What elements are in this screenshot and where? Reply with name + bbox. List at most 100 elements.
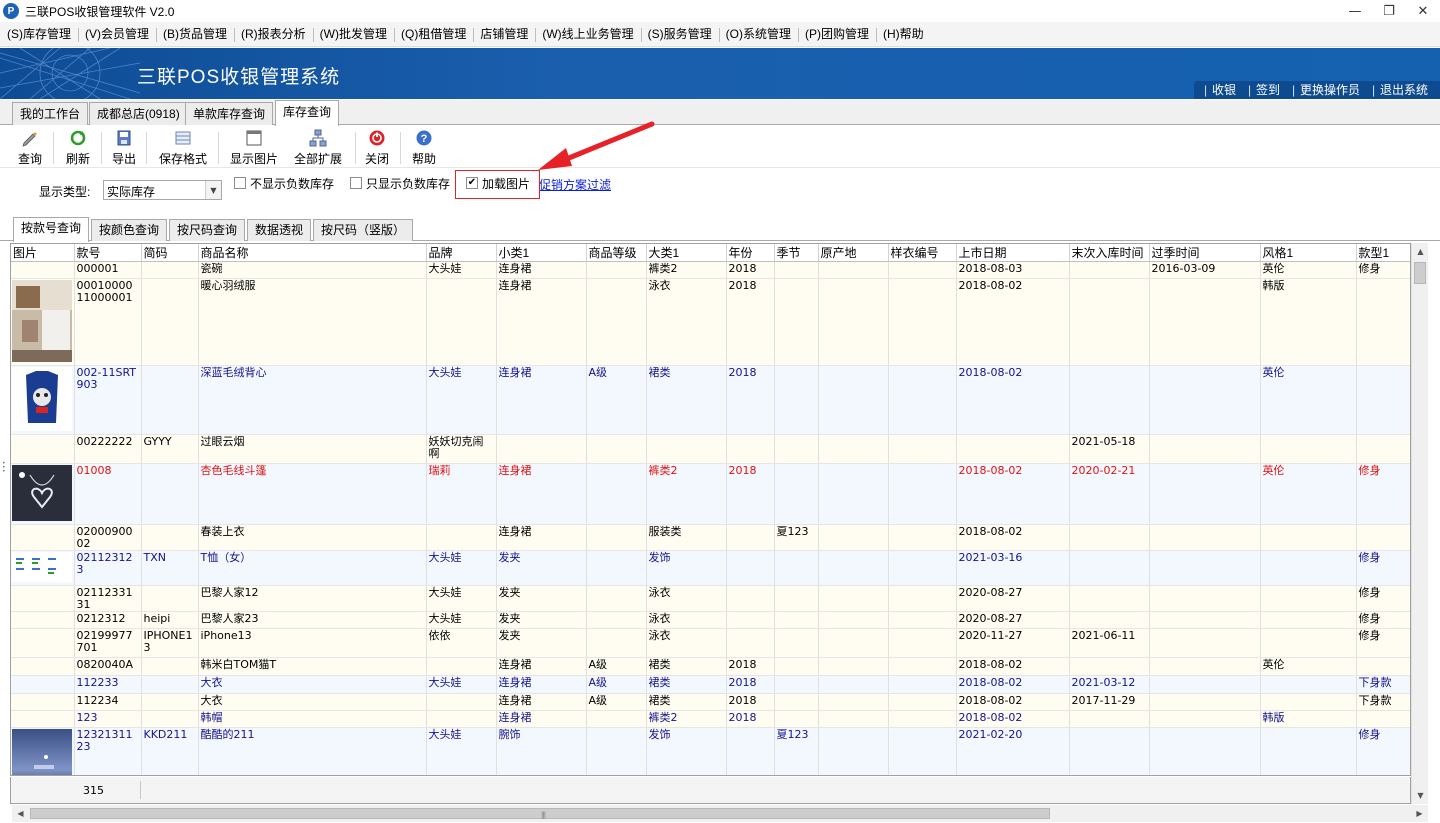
table-cell[interactable]: 大头娃 <box>426 261 497 279</box>
table-cell[interactable]: iPhone13 <box>198 628 427 658</box>
table-cell[interactable]: T恤（女） <box>198 550 427 586</box>
table-cell[interactable] <box>1260 550 1357 586</box>
table-cell[interactable]: 2021-03-12 <box>1069 675 1150 694</box>
table-cell[interactable]: 2018-08-02 <box>956 278 1070 366</box>
table-cell[interactable]: 修身 <box>1356 261 1410 279</box>
table-cell[interactable]: 夏123 <box>774 524 819 551</box>
table-cell[interactable] <box>1149 278 1261 366</box>
save-format-button[interactable]: 保存格式 <box>157 129 209 167</box>
table-cell[interactable] <box>818 261 889 279</box>
table-cell[interactable] <box>426 278 497 366</box>
table-cell[interactable]: 123 <box>74 710 142 728</box>
table-cell[interactable]: 裤类2 <box>646 710 727 728</box>
col-header[interactable]: 款型1 <box>1356 244 1410 262</box>
table-cell[interactable] <box>1356 524 1410 551</box>
table-cell[interactable]: 2018 <box>726 675 775 694</box>
tab-pivot[interactable]: 数据透视 <box>247 219 312 241</box>
table-cell[interactable] <box>774 278 819 366</box>
table-cell[interactable]: 修身 <box>1356 611 1410 629</box>
table-cell[interactable]: 2021-05-18 <box>1069 434 1150 464</box>
table-cell[interactable] <box>646 434 727 464</box>
table-cell[interactable] <box>726 585 775 612</box>
table-cell[interactable]: 裙类 <box>646 365 727 435</box>
table-row[interactable]: 112233 大衣 大头娃 连身裙 A级 裙类 2018 2018-08-02 2021-03-… <box>11 675 1410 694</box>
table-cell[interactable] <box>726 550 775 586</box>
table-cell[interactable]: 大头娃 <box>426 675 497 694</box>
table-cell[interactable] <box>888 628 957 658</box>
table-cell[interactable] <box>1069 261 1150 279</box>
col-header[interactable]: 样衣编号 <box>888 244 957 262</box>
table-cell[interactable] <box>586 628 647 658</box>
chevron-down-icon[interactable]: ▼ <box>205 181 221 199</box>
table-cell[interactable]: 2021-06-11 <box>1069 628 1150 658</box>
table-cell[interactable] <box>586 727 647 775</box>
table-cell[interactable] <box>426 657 497 676</box>
table-cell[interactable] <box>818 524 889 551</box>
table-row[interactable]: 0001000011000001 暖心羽绒服 连身裙 泳衣 2018 2018-08-02… <box>11 278 1410 366</box>
table-cell[interactable] <box>1260 628 1357 658</box>
table-cell[interactable]: A级 <box>586 693 647 711</box>
table-cell[interactable] <box>888 365 957 435</box>
table-cell[interactable]: 大衣 <box>198 693 427 711</box>
table-row[interactable]: 0820040A 韩米白TOM猫T 连身裙 A级 裙类 2018 2018-08-02 英伦 <box>11 657 1410 676</box>
scroll-right-icon[interactable]: ▶ <box>1411 805 1428 822</box>
table-cell[interactable] <box>141 657 199 676</box>
image-cell[interactable] <box>11 550 75 586</box>
table-cell[interactable]: 2018 <box>726 278 775 366</box>
table-cell[interactable] <box>1260 727 1357 775</box>
table-cell[interactable]: 夏123 <box>774 727 819 775</box>
table-cell[interactable] <box>1069 524 1150 551</box>
table-cell[interactable]: 杏色毛线斗篷 <box>198 463 427 525</box>
image-cell[interactable] <box>11 524 75 551</box>
table-cell[interactable] <box>586 611 647 629</box>
table-cell[interactable] <box>818 710 889 728</box>
table-cell[interactable] <box>774 657 819 676</box>
table-cell[interactable] <box>1260 585 1357 612</box>
export-button[interactable]: 导出 <box>108 129 140 167</box>
col-header[interactable]: 款号 <box>74 244 142 262</box>
table-cell[interactable]: 2018-08-02 <box>956 657 1070 676</box>
tab-by-style[interactable]: 按款号查询 <box>13 217 90 242</box>
show-image-button[interactable]: 显示图片 <box>228 129 280 167</box>
table-cell[interactable] <box>774 550 819 586</box>
table-cell[interactable]: 泳衣 <box>646 278 727 366</box>
table-cell[interactable]: 1232131123 <box>74 727 142 775</box>
table-cell[interactable]: GYYY <box>141 434 199 464</box>
table-cell[interactable]: 大头娃 <box>426 550 497 586</box>
table-cell[interactable]: 2018-08-02 <box>956 710 1070 728</box>
table-cell[interactable]: 0211233131 <box>74 585 142 612</box>
table-cell[interactable] <box>888 585 957 612</box>
table-cell[interactable] <box>1069 278 1150 366</box>
table-cell[interactable] <box>1356 657 1410 676</box>
table-cell[interactable] <box>141 675 199 694</box>
table-cell[interactable]: 2018 <box>726 463 775 525</box>
help-button[interactable]: ? 帮助 <box>409 129 439 167</box>
table-row[interactable]: 0212312 heipi 巴黎人家23 大头娃 发夹 泳衣 2020-08-27 修身 <box>11 611 1410 629</box>
table-cell[interactable]: 112234 <box>74 693 142 711</box>
table-cell[interactable] <box>426 524 497 551</box>
table-cell[interactable]: 连身裙 <box>496 657 587 676</box>
table-cell[interactable]: 春装上衣 <box>198 524 427 551</box>
table-cell[interactable]: 服装类 <box>646 524 727 551</box>
table-cell[interactable]: 连身裙 <box>496 693 587 711</box>
table-cell[interactable]: 2018-08-02 <box>956 675 1070 694</box>
table-cell[interactable] <box>1149 585 1261 612</box>
menu-wholesale[interactable]: (W)批发管理 <box>312 22 394 47</box>
table-cell[interactable]: 暖心羽绒服 <box>198 278 427 366</box>
table-cell[interactable] <box>888 550 957 586</box>
table-cell[interactable]: A级 <box>586 365 647 435</box>
table-cell[interactable]: 裙类 <box>646 693 727 711</box>
col-header[interactable]: 年份 <box>726 244 775 262</box>
table-cell[interactable]: 2016-03-09 <box>1149 261 1261 279</box>
display-type-select[interactable]: 实际库存 ▼ <box>103 180 222 200</box>
no-negative-checkbox[interactable]: 不显示负数库存 <box>234 176 334 191</box>
image-cell[interactable] <box>11 261 75 279</box>
table-cell[interactable] <box>726 727 775 775</box>
table-row[interactable]: 123 韩帽 连身裙 裤类2 2018 2018-08-02 韩版 <box>11 710 1410 728</box>
table-cell[interactable] <box>774 611 819 629</box>
table-cell[interactable] <box>818 657 889 676</box>
table-cell[interactable] <box>726 524 775 551</box>
table-cell[interactable]: 英伦 <box>1260 463 1357 525</box>
table-cell[interactable] <box>1260 434 1357 464</box>
sign-in-link[interactable]: 签到 <box>1248 81 1292 99</box>
